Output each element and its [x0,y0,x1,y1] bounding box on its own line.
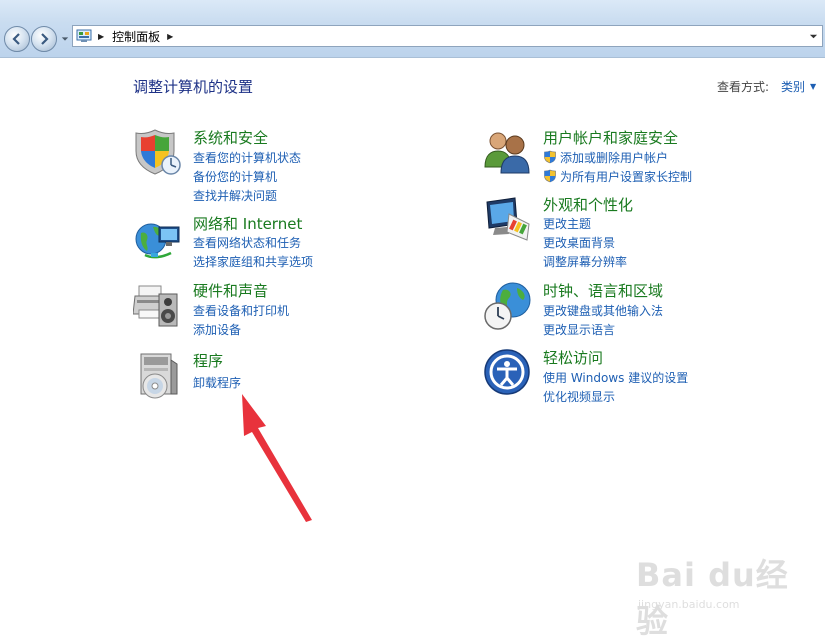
link-add-remove-accounts-label[interactable]: 添加或删除用户帐户 [560,151,668,165]
category-network-internet: 网络和 Internet 查看网络状态和任务 选择家庭组和共享选项 [133,213,433,273]
programs-disc-icon[interactable] [133,350,183,400]
view-by-dropdown[interactable]: 类别 [781,78,805,95]
control-panel-icon [76,29,92,43]
link-troubleshoot[interactable]: 查找并解决问题 [193,187,277,204]
category-system-security: 系统和安全 查看您的计算机状态 备份您的计算机 查找并解决问题 [133,127,433,207]
link-parental-controls-label[interactable]: 为所有用户设置家长控制 [560,170,692,184]
link-change-keyboard[interactable]: 更改键盘或其他输入法 [543,302,663,319]
breadcrumb-separator-icon[interactable]: ▶ [98,32,104,41]
category-hardware-sound: 硬件和声音 查看设备和打印机 添加设备 [133,280,433,340]
back-button[interactable] [4,26,30,52]
uac-shield-icon [544,150,556,164]
category-title-appearance[interactable]: 外观和个性化 [543,194,633,215]
category-ease-of-access: 轻松访问 使用 Windows 建议的设置 优化视频显示 [483,347,813,407]
link-view-network-status[interactable]: 查看网络状态和任务 [193,234,301,251]
annotation-arrow-icon [242,394,312,522]
link-view-computer-status[interactable]: 查看您的计算机状态 [193,149,301,166]
link-add-device[interactable]: 添加设备 [193,321,241,338]
baidu-jingyan-watermark: Bai du经验 jingyan.baidu.com [636,548,820,636]
watermark-url: jingyan.baidu.com [638,598,740,611]
shield-icon[interactable] [133,127,183,177]
recent-pages-dropdown[interactable] [60,34,70,44]
chevron-down-icon[interactable]: ▼ [810,82,816,91]
chevron-down-icon [809,34,817,38]
arrow-right-icon [41,33,49,45]
link-screen-resolution[interactable]: 调整屏幕分辨率 [543,253,627,270]
display-palette-icon[interactable] [483,194,533,244]
address-dropdown-button[interactable] [806,29,820,43]
view-by-label: 查看方式: [717,80,770,94]
category-user-accounts: 用户帐户和家庭安全 添加或删除用户帐户 为所有用户设置家长控制 [483,127,813,187]
link-windows-recommended-settings[interactable]: 使用 Windows 建议的设置 [543,369,688,386]
ease-of-access-icon[interactable] [483,347,533,397]
link-add-remove-accounts[interactable]: 添加或删除用户帐户 [543,149,668,166]
breadcrumb-separator-icon[interactable]: ▶ [167,32,173,41]
link-optimize-visual-display[interactable]: 优化视频显示 [543,388,615,405]
chevron-down-icon [61,37,69,41]
address-bar[interactable]: ▶ 控制面板 ▶ [72,25,823,47]
category-title-user-accounts[interactable]: 用户帐户和家庭安全 [543,127,678,148]
forward-button[interactable] [31,26,57,52]
link-homegroup-sharing[interactable]: 选择家庭组和共享选项 [193,253,313,270]
category-title-system-security[interactable]: 系统和安全 [193,127,268,148]
link-backup-computer[interactable]: 备份您的计算机 [193,168,277,185]
category-title-programs[interactable]: 程序 [193,350,223,371]
arrow-left-icon [12,33,20,45]
watermark-text: Bai du经验 [636,556,789,636]
category-clock-language: 时钟、语言和区域 更改键盘或其他输入法 更改显示语言 [483,280,813,340]
category-title-network-internet[interactable]: 网络和 Internet [193,213,302,234]
link-uninstall-program[interactable]: 卸载程序 [193,374,241,391]
category-title-hardware-sound[interactable]: 硬件和声音 [193,280,268,301]
link-display-language[interactable]: 更改显示语言 [543,321,615,338]
category-title-clock-language[interactable]: 时钟、语言和区域 [543,280,663,301]
navigation-bar: ▶ 控制面板 ▶ [0,0,825,58]
users-icon[interactable] [483,127,533,177]
link-change-background[interactable]: 更改桌面背景 [543,234,615,251]
uac-shield-icon [544,169,556,183]
page-title: 调整计算机的设置 [133,78,254,96]
link-devices-printers[interactable]: 查看设备和打印机 [193,302,289,319]
clock-globe-icon[interactable] [483,280,533,330]
globe-network-icon[interactable] [133,213,183,263]
printer-speaker-icon[interactable] [133,280,183,330]
category-title-ease-of-access[interactable]: 轻松访问 [543,347,603,368]
link-change-theme[interactable]: 更改主题 [543,215,591,232]
category-appearance: 外观和个性化 更改主题 更改桌面背景 调整屏幕分辨率 [483,194,813,274]
breadcrumb-control-panel[interactable]: 控制面板 [112,28,160,45]
link-parental-controls[interactable]: 为所有用户设置家长控制 [543,168,692,185]
